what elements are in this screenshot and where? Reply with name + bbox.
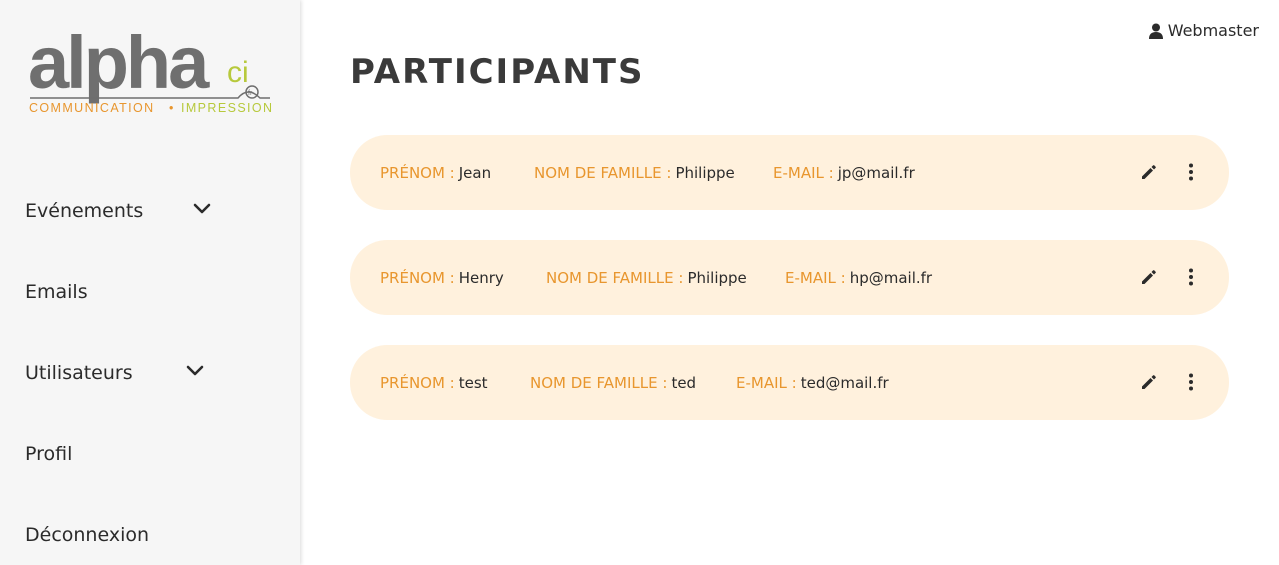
last-name-field: NOM DE FAMILLE : ted [530,374,736,392]
nav-deconnexion[interactable]: Déconnexion [25,520,275,550]
more-vertical-icon[interactable] [1181,371,1201,393]
svg-text:fr: fr [248,90,253,97]
nav-evenements[interactable]: Evénements [25,196,275,226]
chevron-down-icon[interactable] [193,203,211,215]
row-actions [1139,266,1201,288]
first-name-field: PRÉNOM : Henry [380,269,546,287]
last-name-value: Philippe [687,268,747,287]
row-actions [1139,161,1201,183]
email-label: E-MAIL : [785,268,846,287]
email-field: E-MAIL : ted@mail.fr [736,374,889,392]
svg-text:IMPRESSION: IMPRESSION [181,101,273,115]
first-name-label: PRÉNOM : [380,163,455,182]
first-name-field: PRÉNOM : Jean [380,164,534,182]
svg-text:•: • [169,101,173,115]
email-value: hp@mail.fr [849,268,933,287]
svg-text:alpha: alpha [28,26,210,104]
first-name-label: PRÉNOM : [380,373,455,392]
more-vertical-icon[interactable] [1181,266,1201,288]
page-title: PARTICIPANTS [350,52,645,92]
nav-profil-label: Profil [25,443,73,465]
nav-emails-label: Emails [25,281,88,303]
pencil-icon[interactable] [1139,161,1159,183]
svg-text:ci: ci [227,56,249,89]
nav-utilisateurs-label: Utilisateurs [25,362,133,384]
chevron-down-icon[interactable] [186,365,204,377]
first-name-field: PRÉNOM : test [380,374,530,392]
app-root: alpha ci fr COMMUNICATION • IMPRESSION E… [0,0,1279,565]
first-name-label: PRÉNOM : [380,268,455,287]
email-field: E-MAIL : hp@mail.fr [785,269,932,287]
last-name-field: NOM DE FAMILLE : Philippe [534,164,773,182]
brand-logo[interactable]: alpha ci fr COMMUNICATION • IMPRESSION [28,26,273,118]
last-name-label: NOM DE FAMILLE : [546,268,684,287]
last-name-field: NOM DE FAMILLE : Philippe [546,269,785,287]
last-name-label: NOM DE FAMILLE : [534,163,672,182]
user-name: Webmaster [1167,21,1259,40]
nav-utilisateurs[interactable]: Utilisateurs [25,358,275,388]
participant-row: PRÉNOM : Henry NOM DE FAMILLE : Philippe… [350,240,1229,315]
row-actions [1139,371,1201,393]
pencil-icon[interactable] [1139,371,1159,393]
sidebar: alpha ci fr COMMUNICATION • IMPRESSION E… [0,0,300,565]
pencil-icon[interactable] [1139,266,1159,288]
nav-emails[interactable]: Emails [25,277,275,307]
first-name-value: test [458,373,488,392]
email-field: E-MAIL : jp@mail.fr [773,164,915,182]
first-name-value: Henry [458,268,504,287]
last-name-value: ted [671,373,697,392]
participant-row: PRÉNOM : Jean NOM DE FAMILLE : Philippe … [350,135,1229,210]
first-name-value: Jean [458,163,492,182]
user-menu[interactable]: Webmaster [1148,21,1259,40]
email-value: ted@mail.fr [800,373,889,392]
participant-row: PRÉNOM : test NOM DE FAMILLE : ted E-MAI… [350,345,1229,420]
email-value: jp@mail.fr [837,163,915,182]
nav-evenements-label: Evénements [25,200,144,222]
nav-profil[interactable]: Profil [25,439,275,469]
last-name-label: NOM DE FAMILLE : [530,373,668,392]
email-label: E-MAIL : [736,373,797,392]
svg-text:COMMUNICATION: COMMUNICATION [29,101,155,115]
email-label: E-MAIL : [773,163,834,182]
nav-deconnexion-label: Déconnexion [25,524,150,546]
more-vertical-icon[interactable] [1181,161,1201,183]
last-name-value: Philippe [675,163,735,182]
user-icon [1148,23,1163,39]
